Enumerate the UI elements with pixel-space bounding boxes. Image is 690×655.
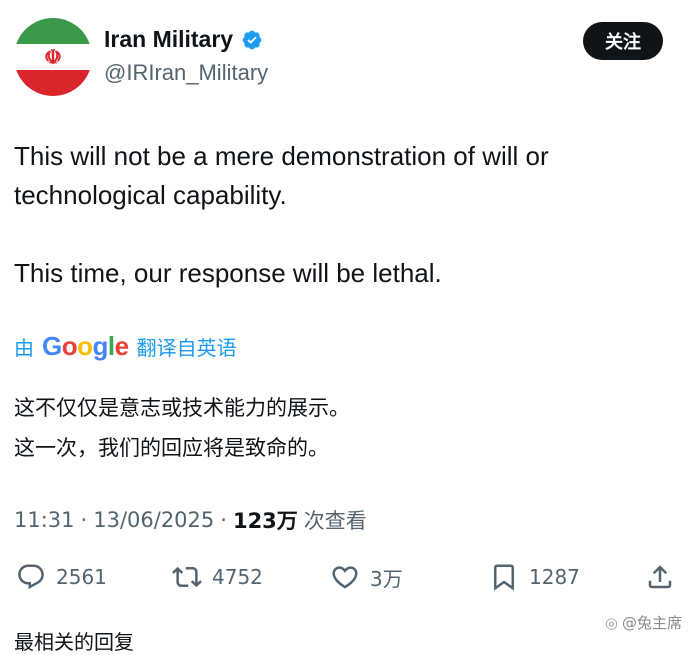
tweet-paragraph: This will not be a mere demonstration of… — [14, 141, 549, 210]
bookmark-button[interactable]: 1287 — [489, 562, 580, 592]
repost-button[interactable]: 4752 — [172, 562, 263, 592]
tweet-text: This will not be a mere demonstration of… — [14, 137, 654, 293]
google-logo: Google — [42, 331, 129, 361]
reply-icon — [18, 564, 44, 590]
views-label: 次查看 — [303, 509, 367, 533]
share-icon — [648, 565, 672, 589]
tweet-paragraph: This time, our response will be lethal. — [14, 258, 442, 288]
bookmark-count: 1287 — [529, 565, 580, 589]
reply-button[interactable]: 2561 — [16, 562, 107, 592]
repost-icon — [172, 566, 202, 588]
translation-attribution[interactable]: 由 Google 翻译自英语 — [14, 331, 237, 362]
weibo-logo-icon: ◎ — [604, 613, 618, 632]
translation-prefix: 由 — [14, 336, 34, 360]
replies-heading: 最相关的回复 — [14, 630, 134, 654]
watermark-text: @兔主席 — [621, 614, 682, 632]
heart-icon — [332, 566, 358, 589]
meta-separator: · — [220, 508, 227, 532]
translated-text: 这不仅仅是意志或技术能力的展示。 这一次，我们的回应将是致命的。 — [14, 388, 674, 468]
flag-red-band — [14, 70, 92, 96]
share-button[interactable] — [645, 562, 675, 592]
flag-white-band: ☫ — [14, 44, 92, 70]
bookmark-icon — [494, 564, 514, 591]
avatar[interactable]: ☫ — [14, 18, 92, 96]
verified-badge-icon — [242, 30, 262, 49]
translation-suffix: 翻译自英语 — [136, 336, 237, 360]
tweet-time[interactable]: 11:31 — [14, 508, 75, 532]
translated-line: 这不仅仅是意志或技术能力的展示。 — [14, 396, 350, 420]
views-count: 123万 — [232, 509, 298, 533]
author-name-row: Iran Military — [104, 26, 263, 53]
iran-emblem-icon: ☫ — [44, 45, 62, 69]
author-handle[interactable]: @IRIran_Military — [104, 60, 268, 86]
tweet-date[interactable]: 13/06/2025 — [93, 508, 214, 532]
flag-green-band — [14, 18, 92, 44]
like-count: 3万 — [370, 566, 403, 591]
repost-count: 4752 — [212, 565, 263, 589]
translated-line: 这一次，我们的回应将是致命的。 — [14, 436, 329, 460]
display-name[interactable]: Iran Military — [104, 26, 233, 53]
meta-separator: · — [80, 508, 88, 532]
reply-count: 2561 — [56, 565, 107, 589]
follow-button[interactable]: 关注 — [583, 22, 663, 60]
watermark: ◎ @兔主席 — [605, 612, 682, 633]
tweet-meta: 11:31 · 13/06/2025 · 123万 次查看 — [14, 505, 367, 535]
like-button[interactable]: 3万 — [330, 562, 403, 592]
